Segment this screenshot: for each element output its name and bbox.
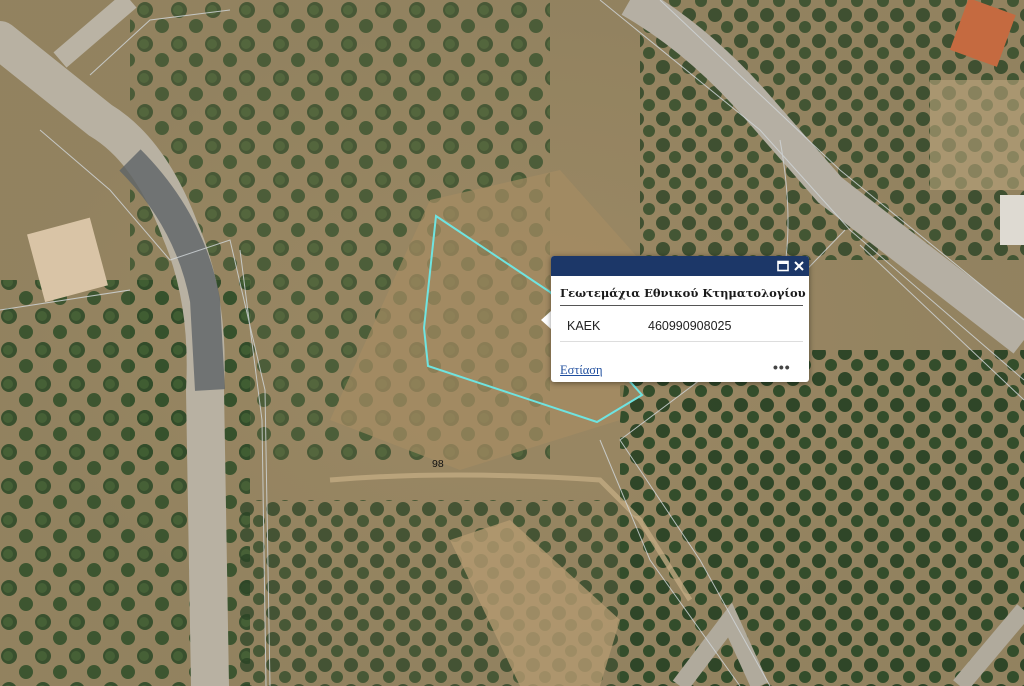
field-name-kaek: ΚΑΕΚ <box>567 319 601 333</box>
close-icon[interactable] <box>791 258 807 274</box>
popup-pointer <box>541 311 551 329</box>
parcel-number-label: 98 <box>432 458 444 470</box>
popup-title: Γεωτεμάχια Εθνικού Κτηματολογίου <box>560 286 806 300</box>
building-east <box>1000 195 1024 245</box>
yard-northeast <box>930 80 1024 190</box>
more-options-icon[interactable]: ••• <box>773 360 791 374</box>
zoom-to-link[interactable]: Εστίαση <box>560 363 603 378</box>
maximize-icon[interactable] <box>775 258 791 274</box>
map-canvas[interactable] <box>0 0 1024 686</box>
grove-east <box>620 350 1024 686</box>
field-value-kaek: 460990908025 <box>648 319 732 333</box>
title-divider <box>560 305 803 306</box>
field-divider <box>560 341 803 342</box>
feature-popup: Γεωτεμάχια Εθνικού Κτηματολογίου ΚΑΕΚ 46… <box>551 256 809 382</box>
popup-header <box>551 256 809 276</box>
